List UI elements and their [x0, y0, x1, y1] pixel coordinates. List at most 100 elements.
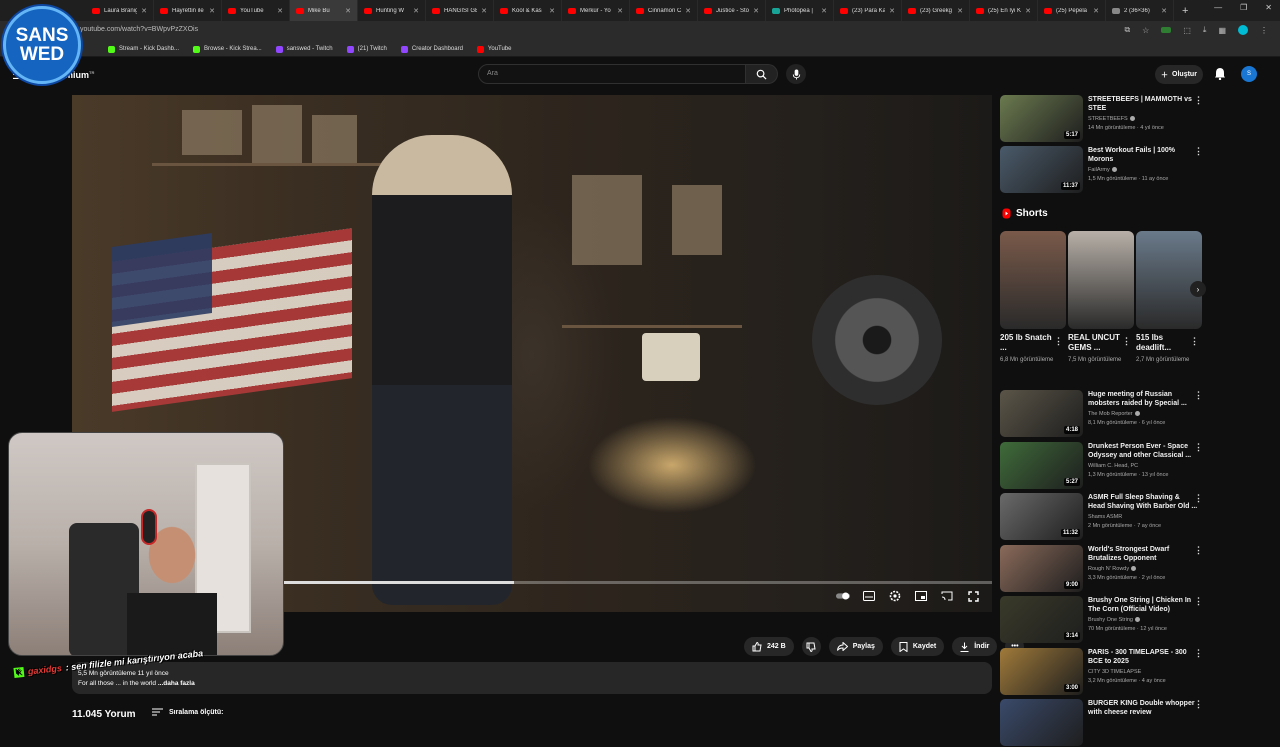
browser-tab[interactable]: (25) Pepela ✕: [1038, 0, 1106, 21]
tab-close-icon[interactable]: ✕: [685, 7, 691, 15]
recommended-video[interactable]: BURGER KING Double whopper with cheese r…: [1000, 699, 1210, 747]
bookmark-star-icon[interactable]: ☆: [1142, 26, 1149, 35]
video-channel[interactable]: The Mob Reporter: [1088, 411, 1140, 417]
share-button[interactable]: Paylaş: [828, 637, 883, 656]
recommended-video[interactable]: 4:18 Huge meeting of Russian mobsters rai…: [1000, 390, 1210, 438]
subtitles-icon[interactable]: [862, 590, 876, 602]
recommended-video[interactable]: 3:00 PARIS - 300 TIMELAPSE - 300 BCE to 2…: [1000, 647, 1210, 696]
fullscreen-icon[interactable]: [966, 590, 980, 602]
video-thumbnail[interactable]: 3:00: [1000, 647, 1083, 695]
browser-tab[interactable]: (23) Greekg ✕: [902, 0, 970, 21]
like-button[interactable]: 242 B: [744, 637, 794, 656]
recommended-video[interactable]: 9:00 World's Strongest Dwarf Brutalizes O…: [1000, 544, 1210, 593]
close-icon[interactable]: ✕: [1265, 3, 1272, 12]
more-options-icon[interactable]: ⋮: [1054, 336, 1063, 347]
tab-close-icon[interactable]: ✕: [413, 7, 419, 15]
profile-avatar-icon[interactable]: [1238, 25, 1248, 35]
video-channel[interactable]: FailArmy: [1088, 167, 1117, 173]
sort-comments-button[interactable]: Sıralama ölçütü:: [152, 708, 223, 716]
video-thumbnail[interactable]: 5:17: [1000, 95, 1083, 142]
browser-tab[interactable]: Mike Bu ✕: [290, 0, 358, 21]
tab-close-icon[interactable]: ✕: [141, 7, 147, 15]
tab-close-icon[interactable]: ✕: [1025, 7, 1031, 15]
video-title[interactable]: Drunkest Person Ever - Space Odyssey and…: [1088, 442, 1198, 460]
tab-close-icon[interactable]: ✕: [1161, 7, 1167, 15]
recommended-video[interactable]: 5:27 Drunkest Person Ever - Space Odyssey…: [1000, 441, 1210, 490]
short-thumbnail[interactable]: [1136, 231, 1202, 329]
search-input[interactable]: Ara: [478, 64, 746, 84]
more-options-icon[interactable]: ⋮: [1194, 596, 1203, 607]
short-title[interactable]: REAL UNCUT GEMS ...: [1068, 333, 1123, 353]
account-avatar[interactable]: S: [1241, 66, 1257, 82]
show-more-link[interactable]: ...daha fazla: [158, 680, 195, 687]
bookmark-item[interactable]: Creator Dashboard: [400, 45, 463, 53]
more-options-icon[interactable]: ⋮: [1194, 390, 1203, 401]
minimize-icon[interactable]: —: [1214, 3, 1222, 12]
video-description[interactable]: 5,5 Mn görüntüleme 11 yıl önce For all t…: [72, 662, 992, 694]
video-channel[interactable]: Brushy One String: [1088, 617, 1140, 623]
video-thumbnail[interactable]: 9:00: [1000, 544, 1083, 592]
short-thumbnail[interactable]: [1000, 231, 1066, 329]
video-thumbnail[interactable]: 4:18: [1000, 390, 1083, 437]
download-button[interactable]: İndir: [952, 637, 998, 656]
settings-gear-icon[interactable]: [888, 590, 902, 602]
bookmark-item[interactable]: Browse - Kick Strea...: [193, 45, 262, 53]
browser-tab[interactable]: (23) Para Ka ✕: [834, 0, 902, 21]
browser-tab[interactable]: Justice - Sto ✕: [698, 0, 766, 21]
tab-close-icon[interactable]: ✕: [889, 7, 895, 15]
video-title[interactable]: Brushy One String | Chicken In The Corn …: [1088, 596, 1198, 614]
video-thumbnail[interactable]: 3:14: [1000, 596, 1083, 643]
short-title[interactable]: 515 lbs deadlift...: [1136, 333, 1191, 353]
video-channel[interactable]: Shams ASMR: [1088, 514, 1122, 520]
short-title[interactable]: 205 lb Snatch ...: [1000, 333, 1055, 353]
bookmark-item[interactable]: Stream - Kick Dashb...: [108, 45, 179, 53]
browser-tab[interactable]: Photopea | ✕: [766, 0, 834, 21]
tab-close-icon[interactable]: ✕: [549, 7, 555, 15]
more-options-icon[interactable]: ⋮: [1122, 336, 1131, 347]
tab-close-icon[interactable]: ✕: [481, 7, 487, 15]
shorts-next-button[interactable]: ›: [1190, 281, 1206, 297]
tab-close-icon[interactable]: ✕: [957, 7, 963, 15]
extension-icon[interactable]: [1161, 27, 1172, 33]
tab-close-icon[interactable]: ✕: [277, 7, 283, 15]
browser-tab[interactable]: Hayrettin ile ✕: [154, 0, 222, 21]
recommended-video[interactable]: 5:17 STREETBEEFS | MAMMOTH vs STEE STREETB…: [1000, 95, 1210, 143]
video-thumbnail[interactable]: 11:37: [1000, 146, 1083, 193]
more-options-icon[interactable]: ⋮: [1194, 545, 1203, 556]
install-icon[interactable]: ⧉: [1124, 25, 1130, 35]
browser-tab[interactable]: Laura Branig ✕: [86, 0, 154, 21]
video-title[interactable]: Best Workout Fails | 100% Morons: [1088, 146, 1198, 164]
video-title[interactable]: ASMR Full Sleep Shaving & Head Shaving W…: [1088, 493, 1198, 511]
tab-close-icon[interactable]: ✕: [617, 7, 623, 15]
save-button[interactable]: Kaydet: [890, 637, 945, 656]
recommended-video[interactable]: 3:14 Brushy One String | Chicken In The C…: [1000, 596, 1210, 644]
browser-tab[interactable]: 2 (36×36) ✕: [1106, 0, 1174, 21]
browser-menu-icon[interactable]: ⋮: [1260, 26, 1268, 35]
video-title[interactable]: PARIS - 300 TIMELAPSE - 300 BCE to 2025: [1088, 648, 1198, 666]
more-options-icon[interactable]: ⋮: [1194, 95, 1203, 106]
bookmark-item[interactable]: YouTube: [476, 45, 511, 53]
short-thumbnail[interactable]: [1068, 231, 1134, 329]
video-channel[interactable]: CITY 3D TIMELAPSE: [1088, 669, 1141, 675]
download-icon[interactable]: ⤓: [1203, 25, 1207, 35]
recommended-video[interactable]: 11:37 Best Workout Fails | 100% Morons Fai…: [1000, 146, 1210, 194]
browser-tab[interactable]: HANGİSİ GE ✕: [426, 0, 494, 21]
miniplayer-icon[interactable]: [914, 590, 928, 602]
bookmark-item[interactable]: sanswed - Twitch: [275, 45, 333, 53]
voice-search-button[interactable]: [786, 64, 806, 84]
more-options-icon[interactable]: ⋮: [1194, 493, 1203, 504]
video-channel[interactable]: STREETBEEFS: [1088, 116, 1135, 122]
tab-close-icon[interactable]: ✕: [345, 7, 351, 15]
video-thumbnail[interactable]: [1000, 699, 1083, 746]
tab-close-icon[interactable]: ✕: [209, 7, 215, 15]
browser-tab[interactable]: Merkür - Yo ✕: [562, 0, 630, 21]
search-button[interactable]: [746, 64, 778, 84]
recommended-video[interactable]: 11:32 ASMR Full Sleep Shaving & Head Shav…: [1000, 493, 1210, 541]
browser-tab[interactable]: Cinnamon C ✕: [630, 0, 698, 21]
more-options-icon[interactable]: ⋮: [1190, 336, 1199, 347]
more-options-icon[interactable]: ⋮: [1194, 699, 1203, 710]
more-options-icon[interactable]: ⋮: [1194, 648, 1203, 659]
video-title[interactable]: Huge meeting of Russian mobsters raided …: [1088, 390, 1198, 408]
video-title[interactable]: World's Strongest Dwarf Brutalizes Oppon…: [1088, 545, 1198, 563]
video-thumbnail[interactable]: 5:27: [1000, 441, 1083, 489]
